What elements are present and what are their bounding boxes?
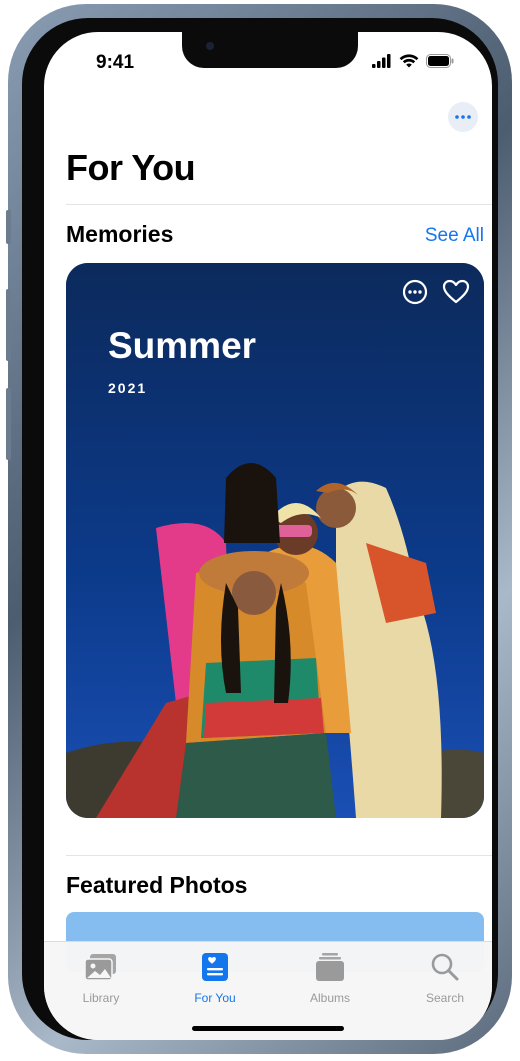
section-divider <box>66 855 492 856</box>
wifi-icon <box>399 53 419 67</box>
memory-card[interactable]: Summer 2021 <box>66 263 484 818</box>
memory-year: 2021 <box>108 380 148 396</box>
more-options-button[interactable] <box>448 102 478 132</box>
ellipsis-circle-icon[interactable] <box>402 279 428 305</box>
albums-icon <box>316 953 344 981</box>
tab-search[interactable]: Search <box>400 952 490 1005</box>
volume-down-button <box>6 388 11 460</box>
tab-label: For You <box>194 991 236 1005</box>
page-title: For You <box>66 147 196 188</box>
front-camera <box>206 42 214 50</box>
notch <box>182 32 358 68</box>
tab-for-you[interactable]: For You <box>170 952 260 1005</box>
battery-icon <box>426 54 454 68</box>
tab-label: Search <box>425 991 465 1005</box>
home-indicator <box>192 1026 344 1031</box>
status-time: 9:41 <box>96 52 135 73</box>
ellipsis-icon <box>455 115 471 119</box>
device-frame: 9:41 For You Memories See All Summer 202… <box>6 4 512 1054</box>
tab-label: Library <box>82 991 120 1005</box>
screen: 9:41 For You Memories See All Summer 202… <box>44 32 492 1040</box>
silent-switch <box>6 210 11 244</box>
tab-library[interactable]: Library <box>56 952 146 1005</box>
tab-label: Albums <box>309 991 350 1005</box>
for-you-icon <box>202 953 228 981</box>
cellular-signal-icon <box>372 54 391 68</box>
memories-title: Memories <box>66 221 174 247</box>
tab-albums[interactable]: Albums <box>285 952 375 1005</box>
heart-icon[interactable] <box>442 279 470 305</box>
search-icon <box>431 953 459 981</box>
header-divider <box>66 204 492 205</box>
memory-card-actions <box>402 279 470 305</box>
volume-up-button <box>6 289 11 361</box>
memory-title: Summer <box>108 325 257 366</box>
see-all-link[interactable]: See All <box>425 225 484 247</box>
photo-stack-icon <box>84 954 116 981</box>
status-icons <box>372 52 454 70</box>
featured-photos-title: Featured Photos <box>66 872 248 898</box>
